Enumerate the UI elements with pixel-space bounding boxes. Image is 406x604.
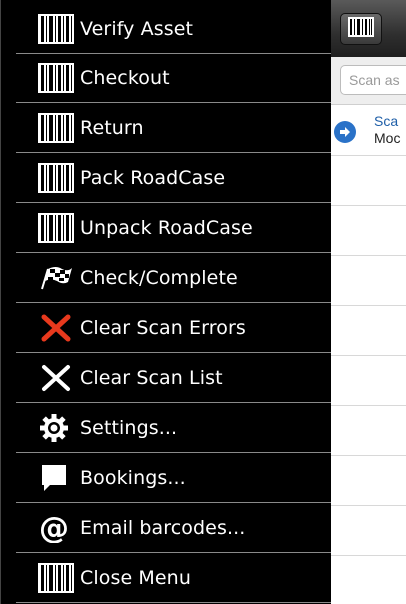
empty-row (331, 456, 406, 506)
menu-item-clear-scan-list[interactable]: Clear Scan List (16, 354, 332, 403)
menu-item-label: Return (80, 117, 144, 139)
arrow-circle-icon[interactable] (334, 121, 356, 143)
barcode-icon (348, 16, 374, 42)
menu-item-label: Bookings... (80, 467, 186, 489)
white-x-icon (38, 363, 74, 393)
menu-item-label: Check/Complete (80, 267, 238, 289)
barcode-icon (38, 14, 74, 44)
menu-item-pack-roadcase[interactable]: Pack RoadCase (16, 154, 332, 203)
menu-item-return[interactable]: Return (16, 104, 332, 153)
menu-item-label: Unpack RoadCase (80, 217, 253, 239)
list-item[interactable]: Sca Moc (331, 104, 406, 156)
at-sign-icon: @ (38, 513, 74, 543)
menu-item-label: Settings... (80, 417, 178, 439)
menu-item-label: Pack RoadCase (80, 167, 226, 189)
list-item-title: Sca (374, 113, 399, 129)
menu-item-bookings[interactable]: Bookings... (16, 454, 332, 503)
menu-item-label: Verify Asset (80, 18, 194, 40)
scan-button[interactable] (340, 13, 382, 45)
menu-item-label: Clear Scan Errors (80, 317, 246, 339)
menu-item-settings[interactable]: Settings... (16, 404, 332, 453)
chat-bubble-icon (38, 463, 74, 493)
menu-item-check-complete[interactable]: Check/Complete (16, 254, 332, 303)
menu-item-clear-scan-errors[interactable]: Clear Scan Errors (16, 304, 332, 353)
empty-row (331, 156, 406, 206)
menu-item-label: Clear Scan List (80, 367, 223, 389)
empty-row (331, 256, 406, 306)
menu-item-verify-asset[interactable]: Verify Asset (16, 5, 332, 54)
menu-item-email-barcodes[interactable]: @ Email barcodes... (16, 504, 332, 553)
svg-text:@: @ (39, 513, 69, 543)
search-bar (331, 57, 406, 105)
menu-item-label: Email barcodes... (80, 517, 246, 539)
empty-row (331, 406, 406, 456)
checkered-flag-icon (38, 263, 74, 293)
empty-row (331, 556, 406, 604)
scan-search-input[interactable] (340, 65, 406, 95)
barcode-icon (38, 113, 74, 143)
side-menu: Verify Asset Checkout Return Pack RoadCa… (0, 0, 332, 604)
barcode-icon (38, 63, 74, 93)
main-content: Sca Moc (331, 0, 406, 604)
menu-item-close-menu[interactable]: Close Menu (16, 554, 332, 603)
menu-item-label: Checkout (80, 67, 170, 89)
gear-icon (38, 413, 74, 443)
barcode-icon (38, 563, 74, 593)
empty-row (331, 306, 406, 356)
empty-row (331, 506, 406, 556)
empty-row (331, 206, 406, 256)
barcode-icon (38, 213, 74, 243)
list-item-subtitle: Moc (374, 130, 401, 146)
menu-item-checkout[interactable]: Checkout (16, 54, 332, 103)
red-x-icon (38, 313, 74, 343)
empty-row (331, 356, 406, 406)
menu-item-label: Close Menu (80, 567, 191, 589)
menu-item-unpack-roadcase[interactable]: Unpack RoadCase (16, 204, 332, 253)
barcode-icon (38, 163, 74, 193)
top-toolbar (331, 0, 406, 57)
